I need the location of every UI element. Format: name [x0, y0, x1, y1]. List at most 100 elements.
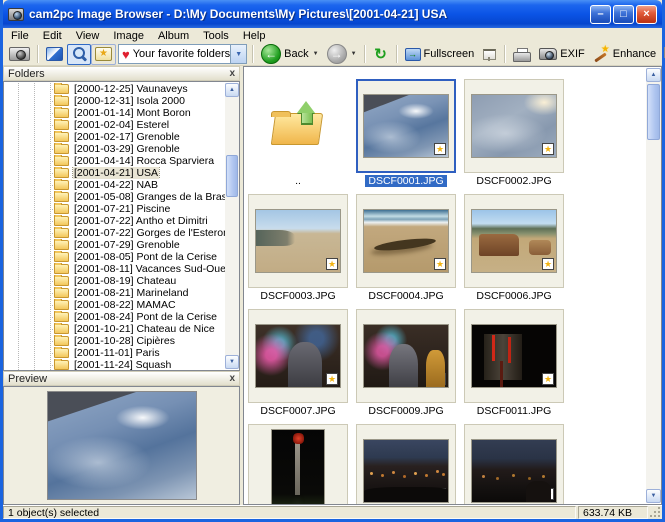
thumbnail-image: ★: [471, 209, 557, 273]
folder-tree-item[interactable]: [2001-11-24] Squash: [4, 359, 225, 371]
folder-tree-item[interactable]: [2001-08-24] Pont de la Cerise: [4, 311, 225, 323]
menu-help[interactable]: Help: [236, 29, 273, 43]
exif-camera-icon: [539, 48, 557, 60]
parent-folder-item[interactable]: ..: [248, 79, 348, 188]
app-window: cam2pc Image Browser - D:\My Documents\M…: [0, 0, 665, 522]
thumbnail-grid: .. ★ DSCF0001.JPG ★ DSCF0002.JPG ★ DSCF0…: [244, 67, 646, 504]
thumbnail-item[interactable]: ★ DSCF0002.JPG: [464, 79, 564, 188]
folder-icon: [54, 120, 69, 130]
menu-edit[interactable]: Edit: [36, 29, 69, 43]
title-bar[interactable]: cam2pc Image Browser - D:\My Documents\M…: [3, 0, 662, 28]
thumbnail-item[interactable]: ★ DSCF0003.JPG: [248, 194, 348, 303]
tree-scrollbar[interactable]: ▲ ▼: [225, 83, 239, 369]
favorite-folders-dropdown[interactable]: ♥ Your favorite folders ▼: [118, 44, 247, 64]
folder-tree-item[interactable]: [2001-02-04] Esterel: [4, 119, 225, 131]
forward-button[interactable]: → ▼: [323, 44, 361, 65]
thumbnail-image: ★: [363, 94, 449, 158]
projection-screen-icon: [482, 48, 497, 61]
folder-tree-item[interactable]: [2000-12-31] Isola 2000: [4, 95, 225, 107]
folder-tree-item[interactable]: [2001-10-21] Chateau de Nice: [4, 323, 225, 335]
folder-tree-item[interactable]: [2001-08-19] Chateau: [4, 275, 225, 287]
folder-icon: [54, 348, 69, 358]
thumbnail-item[interactable]: ★ DSCF0004.JPG: [356, 194, 456, 303]
folder-tree-item[interactable]: [2001-01-14] Mont Boron: [4, 107, 225, 119]
refresh-button[interactable]: ↻: [369, 44, 393, 65]
favorites-mode-button[interactable]: ★: [91, 44, 116, 65]
folder-tree-item[interactable]: [2001-03-29] Grenoble: [4, 143, 225, 155]
folder-tree-item[interactable]: [2001-07-22] Gorges de l'Esteron: [4, 227, 225, 239]
favorite-star-badge: ★: [542, 143, 554, 155]
scroll-up-icon[interactable]: ▲: [225, 83, 239, 97]
folder-icon: [54, 204, 69, 214]
folder-tree-item[interactable]: [2001-04-14] Rocca Sparviera: [4, 155, 225, 167]
thumbnail-item[interactable]: ★ DSCF0001.JPG: [356, 79, 456, 188]
thumbnail-scrollbar[interactable]: ▲ ▼: [646, 68, 661, 503]
thumbnail-item[interactable]: ★: [356, 424, 456, 504]
image-viewer-button[interactable]: [42, 44, 67, 65]
folder-icon: [54, 192, 69, 202]
minimize-button[interactable]: –: [590, 5, 611, 24]
preview-panel: [3, 386, 240, 505]
thumbnail-scrollbar-thumb[interactable]: [647, 84, 660, 140]
folder-tree-item[interactable]: [2001-07-29] Grenoble: [4, 239, 225, 251]
magic-wand-icon: ★: [593, 46, 610, 62]
maximize-button[interactable]: □: [613, 5, 634, 24]
back-button[interactable]: ← Back ▼: [257, 44, 322, 65]
status-selection-text: 1 object(s) selected: [3, 506, 576, 519]
favorite-star-badge: ★: [434, 258, 446, 270]
folder-tree-item[interactable]: [2001-07-21] Piscine: [4, 203, 225, 215]
folder-icon: [54, 84, 69, 94]
main-content: Folders x [2000-12-25] Vaunaveys [2000-1…: [3, 66, 662, 505]
scroll-up-icon[interactable]: ▲: [646, 68, 661, 82]
folder-tree-item[interactable]: [2001-04-22] NAB: [4, 179, 225, 191]
slideshow-button[interactable]: [478, 44, 501, 65]
folder-tree-item[interactable]: [2001-11-01] Paris: [4, 347, 225, 359]
toolbar: ★ ♥ Your favorite folders ▼ ← Back ▼ → ▼…: [3, 43, 662, 66]
camera-download-button[interactable]: [5, 44, 34, 65]
folder-tree-item[interactable]: [2000-12-25] Vaunaveys: [4, 83, 225, 95]
tree-scrollbar-thumb[interactable]: [226, 155, 238, 197]
forward-dropdown-icon[interactable]: ▼: [351, 51, 357, 57]
fullscreen-button[interactable]: → Fullscreen: [401, 44, 479, 65]
preview-panel-close-icon[interactable]: x: [229, 374, 235, 384]
menu-image[interactable]: Image: [106, 29, 151, 43]
folder-tree-item[interactable]: [2001-10-28] Cipières: [4, 335, 225, 347]
refresh-icon: ↻: [373, 47, 389, 62]
folder-tree-item[interactable]: [2001-05-08] Granges de la Brasque: [4, 191, 225, 203]
thumbnail-item[interactable]: ★: [464, 424, 564, 504]
printer-icon: [513, 48, 531, 61]
dropdown-arrow-icon[interactable]: ▼: [230, 45, 246, 63]
scroll-down-icon[interactable]: ▼: [225, 355, 239, 369]
browser-mode-button[interactable]: [67, 44, 91, 65]
thumbnail-item[interactable]: ★ DSCF0007.JPG: [248, 309, 348, 418]
exif-button[interactable]: EXIF: [535, 44, 588, 65]
convert-button[interactable]: →: [660, 44, 665, 65]
scroll-down-icon[interactable]: ▼: [646, 489, 661, 503]
menu-album[interactable]: Album: [151, 29, 196, 43]
folder-tree-item[interactable]: [2001-08-21] Marineland: [4, 287, 225, 299]
thumbnail-item[interactable]: ★ DSCF0011.JPG: [464, 309, 564, 418]
menu-tools[interactable]: Tools: [196, 29, 236, 43]
folder-tree-item[interactable]: [2001-08-11] Vacances Sud-Ouest: [4, 263, 225, 275]
folder-icon: [54, 132, 69, 142]
folder-tree-item[interactable]: [2001-08-22] MAMAC: [4, 299, 225, 311]
thumbnail-item[interactable]: ★ DSCF0006.JPG: [464, 194, 564, 303]
forward-arrow-icon: →: [327, 44, 347, 64]
folder-icon: [54, 252, 69, 262]
close-button[interactable]: ×: [636, 5, 657, 24]
folder-tree-item[interactable]: [2001-02-17] Grenoble: [4, 131, 225, 143]
folder-icon: [54, 168, 69, 178]
menu-view[interactable]: View: [69, 29, 107, 43]
folder-tree-item[interactable]: [2001-08-05] Pont de la Cerise: [4, 251, 225, 263]
folder-tree-item-selected[interactable]: [2001-04-21] USA: [4, 167, 225, 179]
thumbnail-item[interactable]: ★ DSCF0009.JPG: [356, 309, 456, 418]
folder-icon: [54, 240, 69, 250]
print-button[interactable]: [509, 44, 535, 65]
resize-grip[interactable]: [648, 506, 662, 519]
menu-file[interactable]: File: [4, 29, 36, 43]
folders-panel-close-icon[interactable]: x: [229, 69, 235, 79]
enhance-button[interactable]: ★ Enhance: [589, 44, 660, 65]
back-dropdown-icon[interactable]: ▼: [313, 51, 319, 57]
thumbnail-item[interactable]: [248, 424, 348, 504]
folder-tree-item[interactable]: [2001-07-22] Antho et Dimitri: [4, 215, 225, 227]
